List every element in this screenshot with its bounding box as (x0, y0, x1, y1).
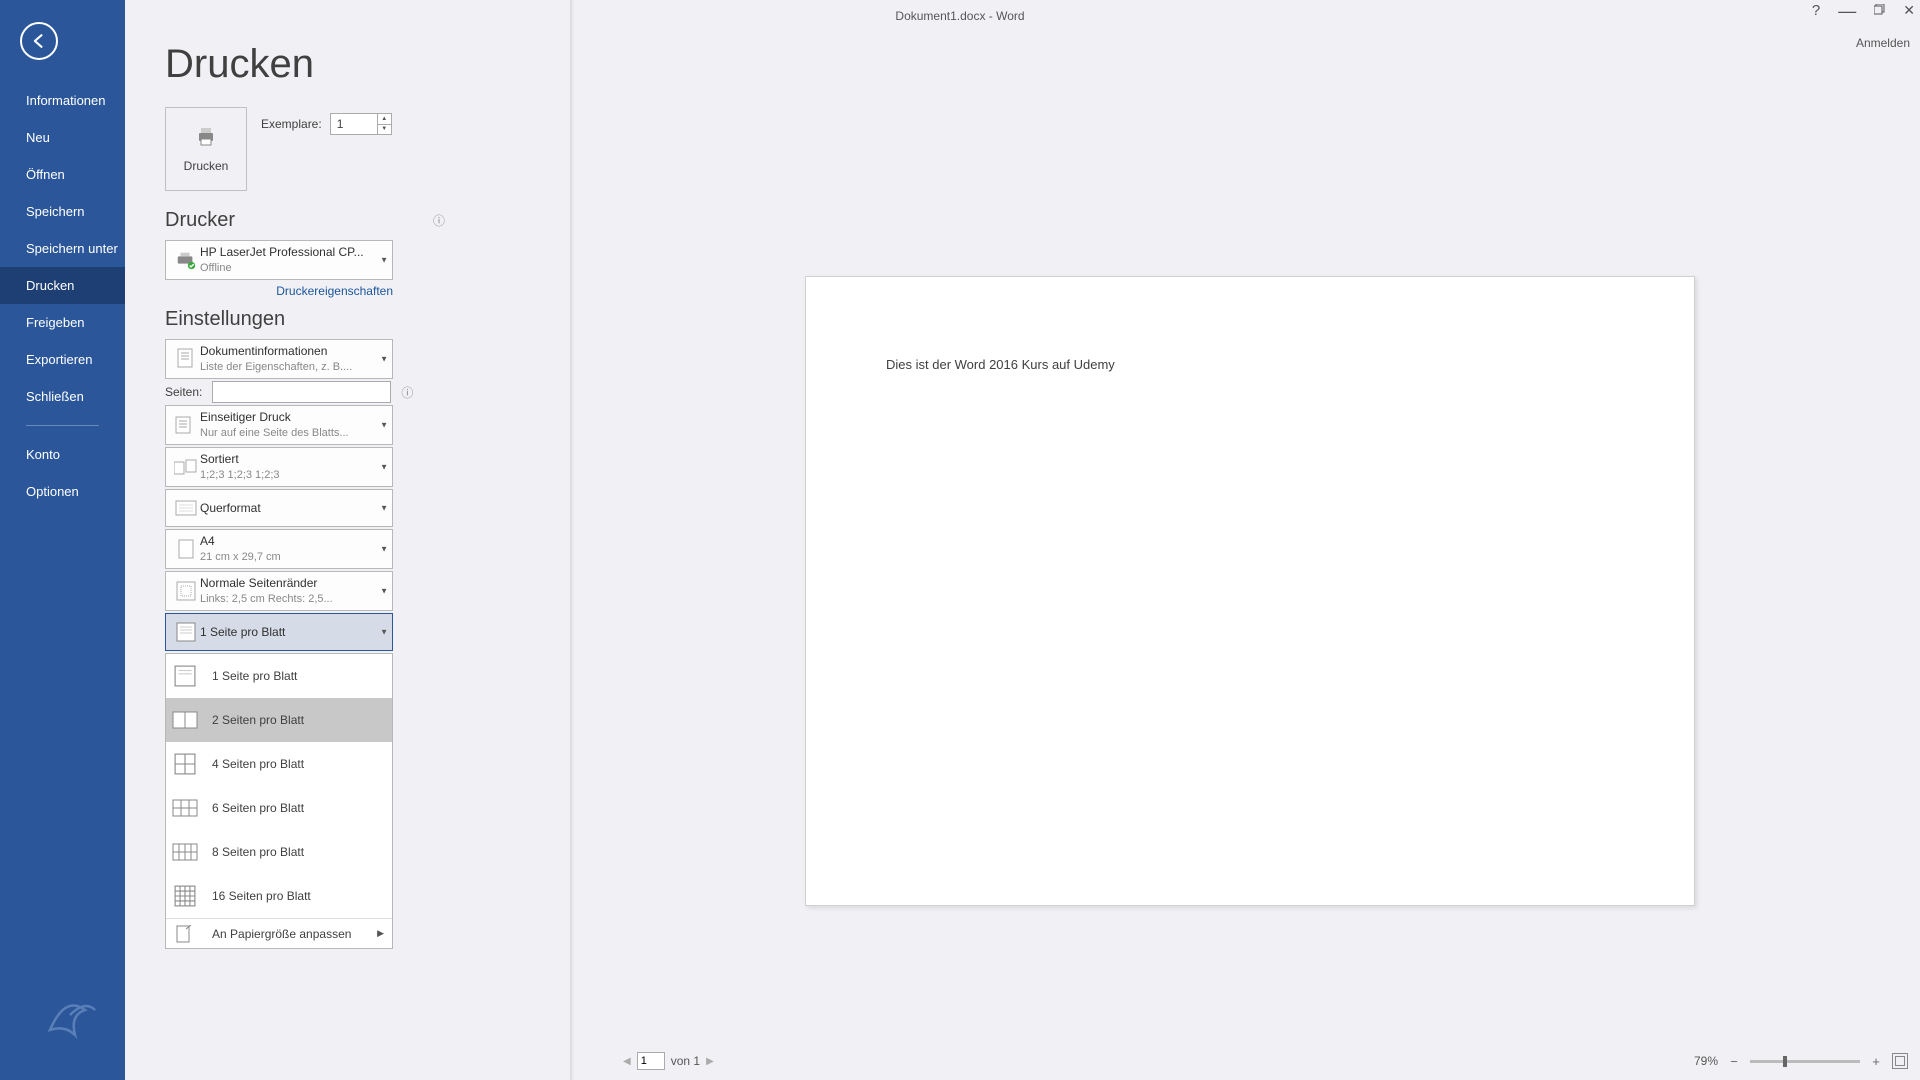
copies-input[interactable]: 1 ▲ ▼ (330, 113, 392, 135)
backstage-sidebar: Informationen Neu Öffnen Speichern Speic… (0, 0, 125, 1080)
zoom-in-button[interactable]: + (1870, 1054, 1882, 1069)
collate-combo[interactable]: Sortiert 1;2;3 1;2;3 1;2;3 ▼ (165, 447, 393, 487)
zoom-out-button[interactable]: − (1728, 1054, 1740, 1069)
printer-icon (194, 125, 218, 149)
pps-1-icon (172, 622, 200, 642)
pps-option-8[interactable]: 8 Seiten pro Blatt (166, 830, 392, 874)
chevron-down-icon: ▼ (380, 504, 388, 513)
copies-label: Exemplare: (261, 117, 322, 131)
backstage-nav: Informationen Neu Öffnen Speichern Speic… (0, 82, 125, 510)
pps-1-icon (172, 663, 198, 689)
panel-divider (570, 0, 574, 1080)
nav-close[interactable]: Schließen (0, 378, 125, 415)
print-button-label: Drucken (184, 159, 229, 173)
printer-name: HP LaserJet Professional CP... (200, 244, 372, 260)
pps-16-icon (172, 883, 198, 909)
paper-icon (172, 539, 200, 559)
printer-info-icon[interactable]: ⓘ (433, 212, 445, 229)
fit-to-window-button[interactable] (1892, 1053, 1908, 1069)
preview-status-bar: ◀ von 1 ▶ 79% − + (580, 1048, 1920, 1074)
nav-info[interactable]: Informationen (0, 82, 125, 119)
pages-info-icon[interactable]: ⓘ (401, 384, 413, 401)
printer-selector[interactable]: HP LaserJet Professional CP... Offline ▼ (165, 240, 393, 280)
chevron-down-icon: ▼ (380, 256, 388, 265)
copies-value: 1 (337, 117, 344, 131)
document-info-icon (172, 348, 200, 370)
collate-icon (172, 458, 200, 476)
prev-page-button[interactable]: ◀ (623, 1056, 631, 1067)
pages-per-sheet-dropdown: 1 Seite pro Blatt 2 Seiten pro Blatt 4 S… (165, 653, 393, 949)
scale-icon (172, 921, 198, 947)
settings-heading: Einstellungen (165, 308, 285, 331)
pps-8-icon (172, 839, 198, 865)
chevron-right-icon: ▶ (377, 928, 384, 939)
pps-scale-to-fit[interactable]: An Papiergröße anpassen ▶ (166, 918, 392, 948)
printer-heading: Drucker (165, 209, 235, 232)
vendor-logo-icon (40, 985, 100, 1045)
printer-properties-link[interactable]: Druckereigenschaften (165, 284, 393, 298)
chevron-down-icon: ▼ (380, 587, 388, 596)
copies-up[interactable]: ▲ (377, 114, 391, 125)
printer-status: Offline (200, 261, 372, 276)
pps-2-icon (172, 707, 198, 733)
landscape-icon (172, 500, 200, 516)
next-page-button[interactable]: ▶ (706, 1056, 714, 1067)
pages-input[interactable] (212, 381, 391, 403)
paper-size-combo[interactable]: A4 21 cm x 29,7 cm ▼ (165, 529, 393, 569)
page-of-label: von 1 (671, 1054, 700, 1068)
chevron-down-icon: ▼ (380, 545, 388, 554)
nav-save-as[interactable]: Speichern unter (0, 230, 125, 267)
sides-combo[interactable]: Einseitiger Druck Nur auf eine Seite des… (165, 405, 393, 445)
panel-title: Drucken (165, 42, 445, 87)
pps-option-1[interactable]: 1 Seite pro Blatt (166, 654, 392, 698)
zoom-slider[interactable] (1750, 1060, 1860, 1063)
chevron-down-icon: ▼ (380, 355, 388, 364)
nav-share[interactable]: Freigeben (0, 304, 125, 341)
printer-status-icon (172, 249, 200, 271)
back-button[interactable] (20, 22, 58, 60)
pages-label: Seiten: (165, 385, 202, 399)
nav-options[interactable]: Optionen (0, 473, 125, 510)
margins-combo[interactable]: Normale Seitenränder Links: 2,5 cm Recht… (165, 571, 393, 611)
nav-print[interactable]: Drucken (0, 267, 125, 304)
pages-per-sheet-combo[interactable]: 1 Seite pro Blatt ▼ (165, 613, 393, 651)
copies-down[interactable]: ▼ (377, 125, 391, 135)
pps-6-icon (172, 795, 198, 821)
preview-page: Dies ist der Word 2016 Kurs auf Udemy (805, 276, 1695, 906)
margins-icon (172, 581, 200, 601)
nav-account[interactable]: Konto (0, 436, 125, 473)
print-panel: Drucken Drucken Exemplare: 1 ▲ ▼ Drucker… (125, 42, 445, 1080)
print-button[interactable]: Drucken (165, 107, 247, 191)
what-to-print-combo[interactable]: Dokumentinformationen Liste der Eigensch… (165, 339, 393, 379)
zoom-level: 79% (1694, 1054, 1718, 1068)
nav-save[interactable]: Speichern (0, 193, 125, 230)
current-page-input[interactable] (637, 1052, 665, 1070)
pps-option-16[interactable]: 16 Seiten pro Blatt (166, 874, 392, 918)
preview-text: Dies ist der Word 2016 Kurs auf Udemy (886, 357, 1614, 372)
orientation-combo[interactable]: Querformat ▼ (165, 489, 393, 527)
nav-separator (26, 425, 99, 426)
pps-option-4[interactable]: 4 Seiten pro Blatt (166, 742, 392, 786)
pps-option-6[interactable]: 6 Seiten pro Blatt (166, 786, 392, 830)
print-preview: Dies ist der Word 2016 Kurs auf Udemy (580, 0, 1920, 1044)
chevron-down-icon: ▼ (380, 628, 388, 637)
zoom-slider-thumb[interactable] (1783, 1056, 1787, 1067)
pps-4-icon (172, 751, 198, 777)
nav-open[interactable]: Öffnen (0, 156, 125, 193)
chevron-down-icon: ▼ (380, 421, 388, 430)
nav-export[interactable]: Exportieren (0, 341, 125, 378)
chevron-down-icon: ▼ (380, 463, 388, 472)
single-sided-icon (172, 415, 200, 435)
pps-option-2[interactable]: 2 Seiten pro Blatt (166, 698, 392, 742)
nav-new[interactable]: Neu (0, 119, 125, 156)
